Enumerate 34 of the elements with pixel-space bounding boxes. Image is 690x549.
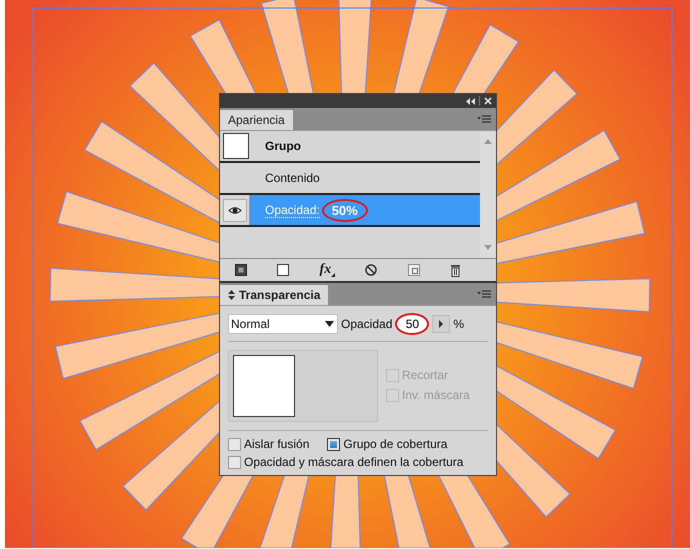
collapse-icon[interactable] — [466, 98, 475, 104]
fill-square-icon[interactable] — [277, 264, 290, 276]
checkbox-label: Aislar fusión — [244, 437, 310, 451]
panel-menu-icon[interactable] — [477, 115, 491, 124]
checkbox[interactable] — [228, 438, 241, 450]
trash-icon[interactable] — [450, 264, 461, 276]
corner-triangle-icon — [331, 273, 336, 277]
object-thumbnail — [223, 133, 249, 159]
object-thumbnail — [233, 355, 295, 417]
checkbox-label: Grupo de cobertura — [343, 437, 448, 451]
panel-tab[interactable]: Transparencia — [220, 285, 328, 305]
effects-button[interactable]: fx — [320, 263, 336, 277]
checkbox[interactable] — [228, 456, 241, 468]
expand-collapse-icon[interactable] — [228, 290, 235, 300]
checkbox-label: Inv. máscara — [402, 388, 470, 402]
clear-icon[interactable] — [365, 264, 378, 276]
opacity-value: 50% — [322, 198, 368, 222]
panel-menu-icon[interactable] — [477, 290, 491, 299]
dropdown-caret-icon[interactable] — [325, 321, 334, 327]
checkbox[interactable] — [327, 438, 340, 450]
opacity-field[interactable]: 50 — [395, 313, 430, 335]
checkbox-label: Opacidad y máscara definen la cobertura — [244, 455, 464, 469]
row-label: Grupo — [265, 139, 301, 153]
duplicate-icon[interactable] — [408, 264, 420, 276]
panel-tab[interactable]: Apariencia — [220, 110, 293, 130]
blend-mode-dropdown[interactable]: Normal — [228, 314, 338, 334]
stroke-square-icon[interactable] — [235, 264, 248, 276]
percent-label: % — [453, 317, 464, 331]
checkbox-label: Recortar — [402, 368, 448, 382]
eye-icon[interactable] — [222, 198, 246, 222]
opacity-label: Opacidad — [341, 317, 392, 331]
close-icon[interactable] — [484, 97, 492, 105]
row-label: Contenido — [265, 171, 320, 185]
appearance-row[interactable]: Grupo — [220, 131, 480, 163]
